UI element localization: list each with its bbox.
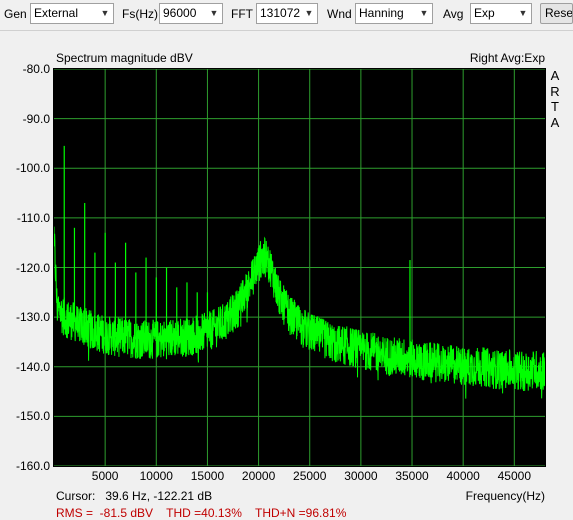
measurement-stats: RMS = -81.5 dBV THD =40.13% THD+N =96.81… (56, 506, 347, 520)
x-tick-label: 15000 (190, 469, 225, 483)
y-tick-label: -90.0 (22, 111, 50, 126)
spectrum-trace (54, 226, 545, 399)
arta-watermark: A R T A (550, 68, 560, 130)
y-tick-label: -110.0 (16, 210, 50, 225)
chevron-down-icon: ▼ (100, 8, 110, 18)
x-tick-label: 45000 (497, 469, 531, 483)
spectrum-plot[interactable] (53, 68, 546, 467)
x-axis-label: Frequency(Hz) (465, 489, 545, 503)
avg-select[interactable]: Exp ▼ (470, 3, 532, 24)
x-tick-label: 25000 (293, 469, 327, 483)
arta-letter: A (550, 68, 560, 83)
gen-select[interactable]: External ▼ (30, 3, 114, 24)
grid (54, 69, 545, 466)
y-tick-label: -150.0 (15, 409, 50, 424)
toolbar-divider (0, 30, 573, 31)
fs-label: Fs(Hz) (122, 7, 158, 21)
gen-label: Gen (4, 7, 27, 21)
window-select[interactable]: Hanning ▼ (355, 3, 433, 24)
y-tick-label: -120.0 (15, 260, 50, 275)
x-tick-label: 5000 (91, 469, 119, 483)
x-tick-label: 35000 (395, 469, 429, 483)
chevron-down-icon: ▼ (209, 8, 219, 18)
fft-label: FFT (231, 7, 253, 21)
y-tick-label: -130.0 (15, 310, 50, 325)
y-tick-label: -140.0 (15, 359, 50, 374)
wnd-label: Wnd (327, 7, 352, 21)
x-tick-label: 30000 (344, 469, 378, 483)
arta-letter: R (550, 83, 560, 99)
reset-button-label: Reset (545, 6, 573, 20)
chevron-down-icon: ▼ (304, 8, 314, 18)
arta-letter: A (550, 114, 560, 130)
avg-label: Avg (443, 7, 464, 21)
gen-select-value: External (34, 6, 79, 20)
fs-select[interactable]: 96000 ▼ (159, 3, 223, 24)
cursor-readout: Cursor: 39.6 Hz, -122.21 dB (56, 489, 213, 503)
fft-select-value: 131072 (260, 6, 301, 20)
y-tick-label: -80.0 (22, 62, 50, 76)
fft-select[interactable]: 131072 ▼ (256, 3, 318, 24)
spectrum-chart[interactable] (54, 69, 545, 466)
arta-letter: T (551, 99, 559, 114)
reset-button[interactable]: Reset (540, 3, 573, 24)
plot-title: Spectrum magnitude dBV (56, 51, 193, 65)
chevron-down-icon: ▼ (518, 8, 528, 18)
chevron-down-icon: ▼ (419, 8, 429, 18)
fs-select-value: 96000 (163, 6, 197, 20)
y-tick-label: -100.0 (15, 161, 50, 176)
x-tick-label: 20000 (241, 469, 276, 483)
plot-mode: Right Avg:Exp (469, 51, 545, 65)
toolbar: Gen External ▼ Fs(Hz) 96000 ▼ FFT 131072… (0, 0, 573, 28)
x-tick-label: 40000 (446, 469, 480, 483)
avg-select-value: Exp (474, 6, 495, 20)
spectrum-line (54, 226, 545, 399)
y-tick-label: -160.0 (15, 459, 50, 473)
window-select-value: Hanning (359, 6, 404, 20)
x-tick-label: 10000 (139, 469, 173, 483)
